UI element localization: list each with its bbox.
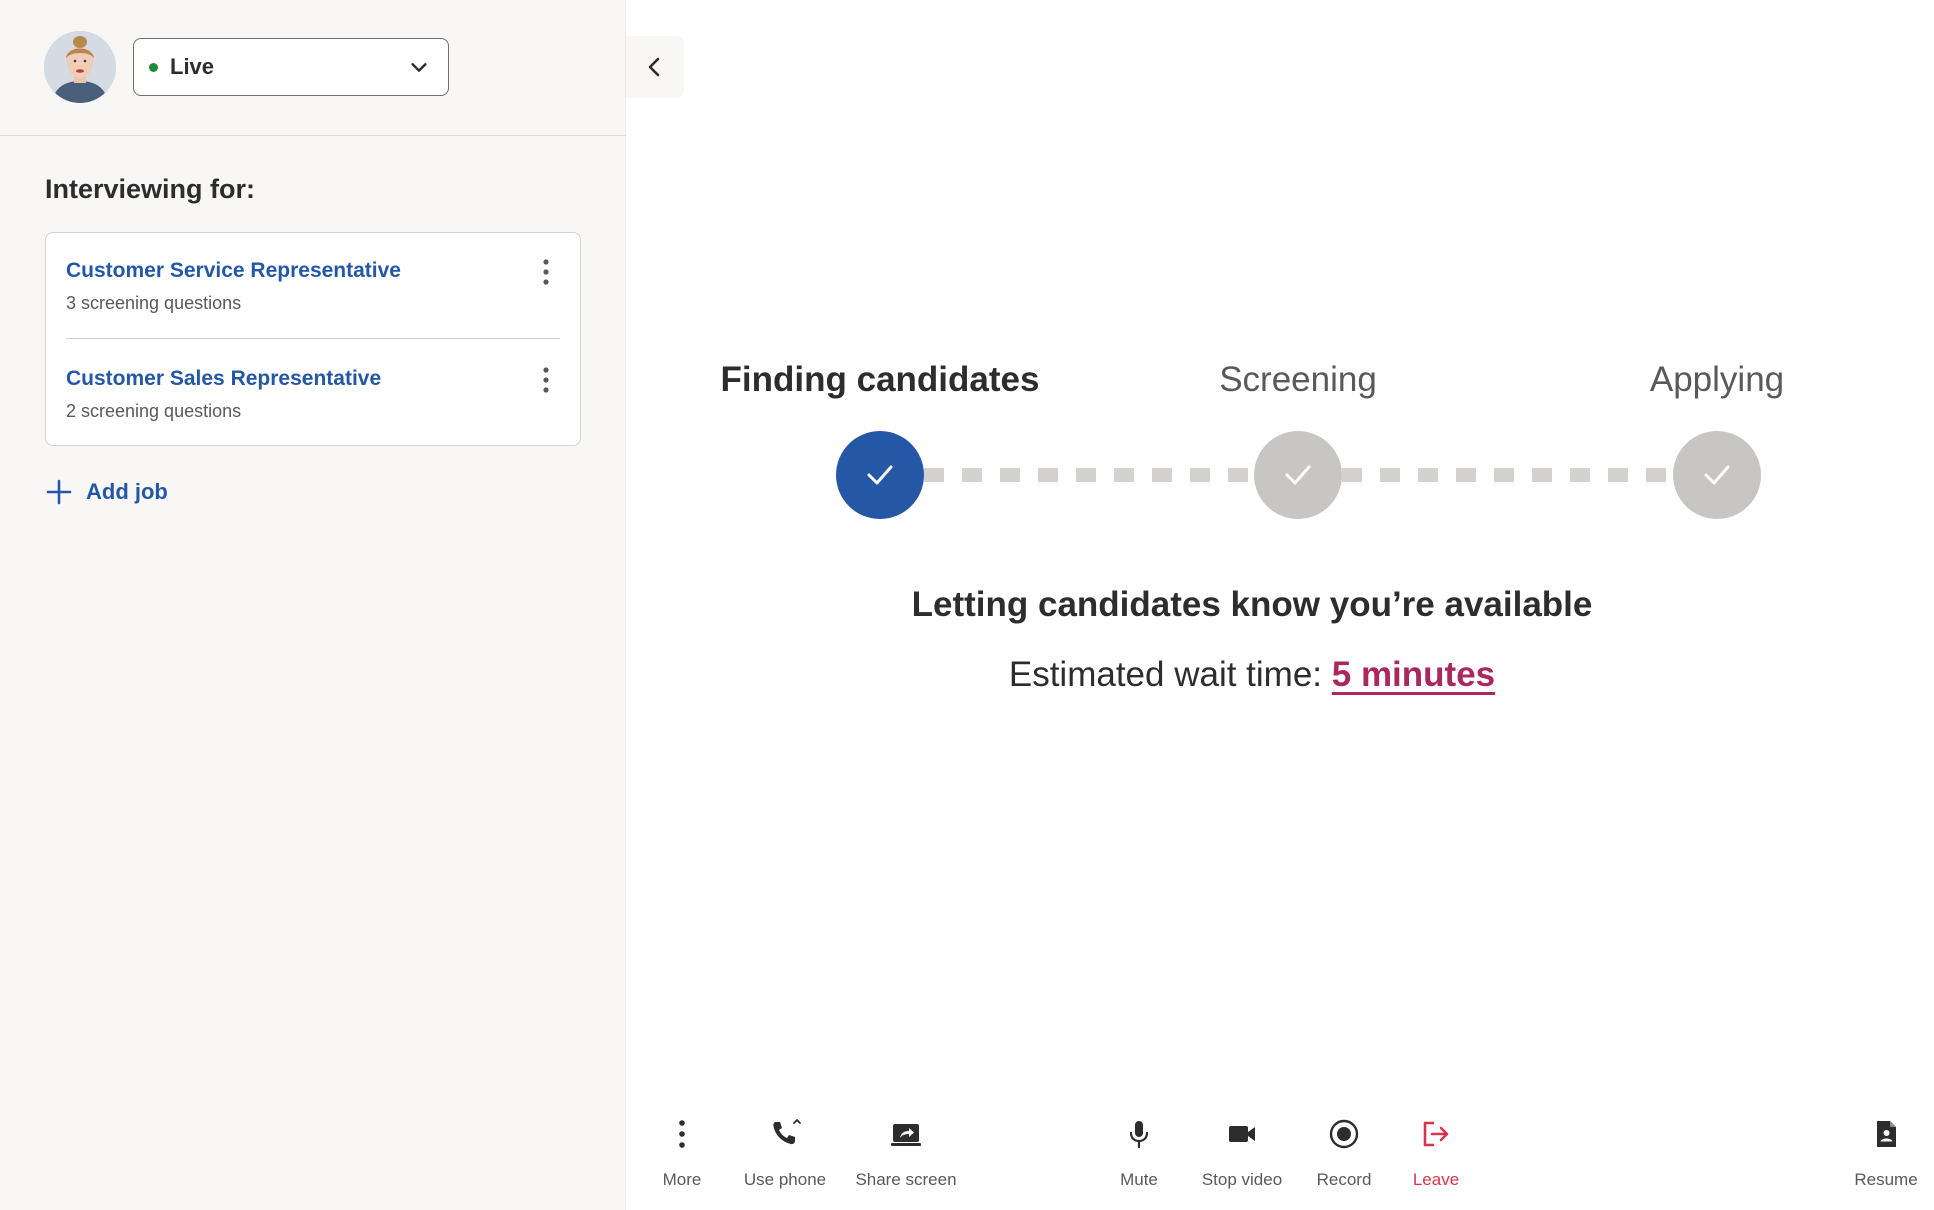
sidebar-header: Live [0,0,626,136]
job-item[interactable]: Customer Sales Representative 2 screenin… [66,361,560,457]
microphone-icon [1129,1121,1149,1149]
plus-icon [46,479,72,505]
leave-button[interactable]: Leave [1376,1118,1496,1198]
sidebar: Live Interviewing for: Customer Service … [0,0,626,1210]
phone-icon [773,1119,801,1145]
step-label-screening: Screening [1219,360,1377,399]
live-status-dot [149,63,158,72]
status-label: Live [170,54,215,79]
use-phone-label: Use phone [743,1170,827,1189]
share-screen-button[interactable]: Share screen [846,1118,966,1198]
wait-time-value[interactable]: 5 minutes [1332,655,1495,694]
leave-label: Leave [1412,1170,1460,1189]
resume-label: Resume [1854,1170,1918,1189]
step-label-finding-candidates: Finding candidates [720,360,1040,399]
estimated-wait-time: Estimated wait time: 5 minutes [626,655,1878,695]
resume-button[interactable]: Resume [1826,1118,1934,1198]
leave-icon [1423,1121,1449,1147]
job-item[interactable]: Customer Service Representative 3 screen… [66,253,560,349]
chevron-down-icon [411,63,427,72]
step-connector [1342,468,1673,482]
divider [66,338,560,339]
job-screening-count: 3 screening questions [66,293,242,313]
status-heading: Letting candidates know you’re available [911,585,1593,624]
wait-time-label: Estimated wait time: [1008,655,1332,694]
step-marker-finding-candidates [836,431,924,519]
app-root: Live Interviewing for: Customer Service … [0,0,1934,1210]
step-marker-screening [1254,431,1342,519]
share-screen-icon [891,1124,921,1146]
status-dropdown[interactable]: Live [133,38,449,96]
mute-label: Mute [1120,1170,1158,1189]
job-screening-count: 2 screening questions [66,401,242,421]
mute-button[interactable]: Mute [1079,1118,1199,1198]
document-icon [1877,1121,1896,1147]
add-job-button[interactable]: Add job [46,475,168,509]
more-label: More [662,1170,702,1189]
jobs-list: Customer Service Representative 3 screen… [45,232,581,446]
check-icon [867,465,893,485]
step-marker-applying [1673,431,1761,519]
step-label-applying: Applying [1649,360,1785,399]
record-icon [1329,1119,1359,1149]
use-phone-button[interactable]: Use phone [725,1118,845,1198]
job-title[interactable]: Customer Sales Representative [66,367,381,391]
more-button[interactable]: More [622,1118,742,1198]
add-job-label: Add job [86,479,168,504]
check-icon [1285,465,1311,485]
video-camera-icon [1229,1126,1255,1142]
check-icon [1704,465,1730,485]
step-connector [924,468,1254,482]
kebab-icon [679,1120,685,1148]
job-title[interactable]: Customer Service Representative [66,259,401,283]
share-screen-label: Share screen [855,1170,957,1189]
main-content: Finding candidates Screening Applying Le… [626,0,1934,1210]
kebab-icon[interactable] [534,257,558,287]
avatar[interactable] [44,31,116,103]
kebab-icon[interactable] [534,365,558,395]
section-title: Interviewing for: [45,174,256,204]
